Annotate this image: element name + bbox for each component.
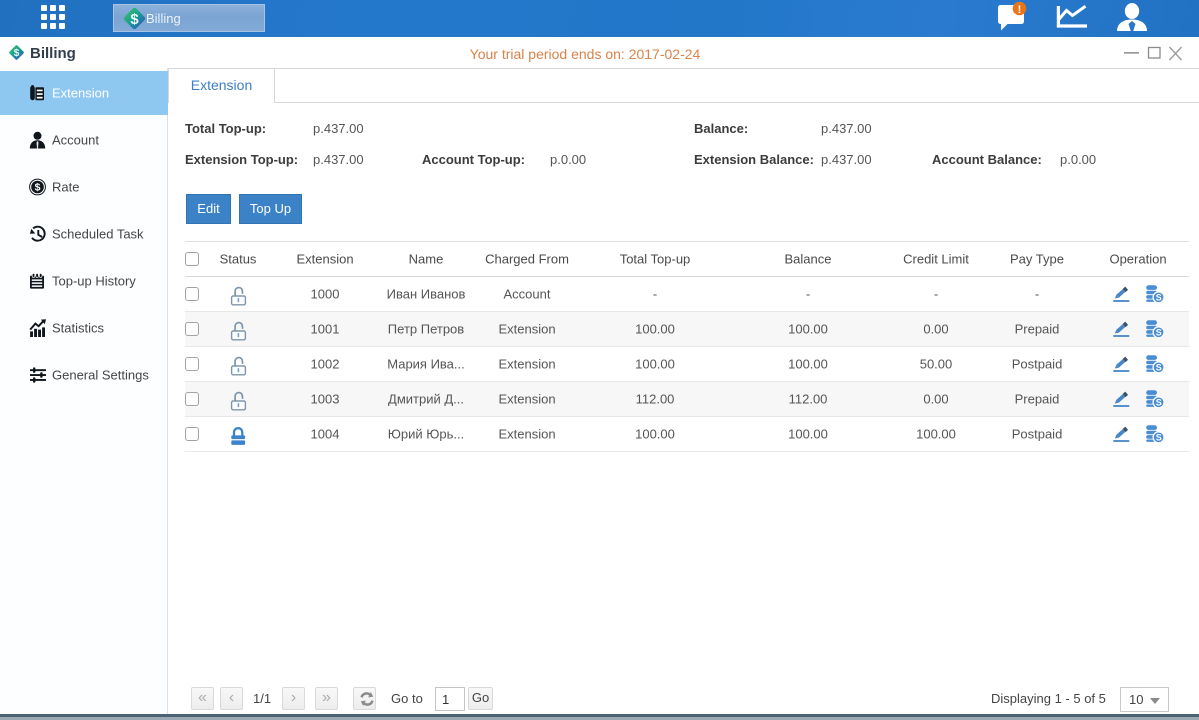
svg-text:S: S: [1156, 293, 1162, 303]
svg-text:S: S: [1156, 328, 1162, 338]
svg-text:$: $: [130, 12, 139, 28]
svg-text:S: S: [1156, 363, 1162, 373]
svg-text:S: S: [1156, 433, 1162, 443]
svg-text:S: S: [1156, 398, 1162, 408]
svg-text:$: $: [35, 182, 41, 194]
svg-text:!: !: [1018, 4, 1022, 16]
